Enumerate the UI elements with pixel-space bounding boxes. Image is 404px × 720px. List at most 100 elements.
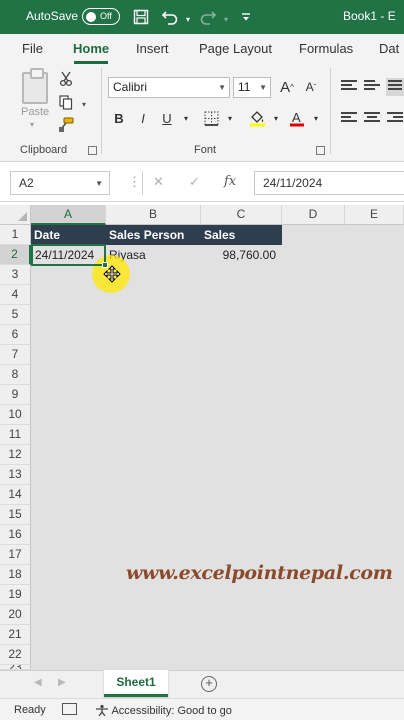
- align-left-icon[interactable]: [341, 112, 357, 126]
- column-header-b[interactable]: B: [106, 205, 201, 225]
- paste-dropdown-icon[interactable]: ▾: [30, 120, 34, 129]
- tab-home[interactable]: Home: [73, 41, 109, 56]
- copy-icon[interactable]: [57, 93, 75, 111]
- table-header-sales[interactable]: Sales: [201, 225, 282, 245]
- row-header-15[interactable]: 15: [0, 505, 31, 525]
- table-header-date[interactable]: Date: [31, 225, 106, 245]
- font-size-combobox[interactable]: 11 ▼: [233, 77, 271, 98]
- row-header-11[interactable]: 11: [0, 425, 31, 445]
- font-name-combobox[interactable]: Calibri ▼: [108, 77, 230, 98]
- undo-dropdown-icon[interactable]: ▾: [178, 9, 198, 29]
- chevron-down-icon[interactable]: ▼: [95, 179, 103, 188]
- row-header-16[interactable]: 16: [0, 525, 31, 545]
- sheet-tab-sheet1[interactable]: Sheet1: [104, 670, 168, 697]
- tab-page-layout[interactable]: Page Layout: [199, 41, 272, 56]
- format-painter-icon[interactable]: [57, 116, 75, 134]
- next-sheet-icon[interactable]: ▶: [58, 677, 66, 688]
- row-header-4[interactable]: 4: [0, 285, 31, 305]
- row-header-21[interactable]: 21: [0, 625, 31, 645]
- paste-icon[interactable]: [22, 68, 48, 104]
- add-sheet-icon[interactable]: +: [201, 676, 217, 692]
- row-header-22[interactable]: 22: [0, 645, 31, 665]
- redo-icon: [198, 7, 218, 27]
- column-header-c[interactable]: C: [201, 205, 282, 225]
- copy-dropdown-icon[interactable]: ▾: [75, 95, 93, 113]
- font-color-icon[interactable]: A: [287, 108, 307, 128]
- row-header-12[interactable]: 12: [0, 445, 31, 465]
- row-header-7[interactable]: 7: [0, 345, 31, 365]
- formula-input[interactable]: 24/11/2024: [254, 171, 404, 195]
- align-middle-icon[interactable]: [364, 80, 380, 94]
- formula-bar: A2 ▼ ⋮ ✕ ✓ fx 24/11/2024: [0, 162, 404, 202]
- row-header-20[interactable]: 20: [0, 605, 31, 625]
- record-macro-icon[interactable]: [62, 703, 77, 715]
- cut-icon[interactable]: [57, 70, 75, 88]
- row-header-5[interactable]: 5: [0, 305, 31, 325]
- cancel-icon: ✕: [153, 174, 164, 189]
- row-header-18[interactable]: 18: [0, 565, 31, 585]
- column-header-e[interactable]: E: [345, 205, 404, 225]
- increase-font-size-button[interactable]: A ^: [277, 77, 297, 97]
- save-icon[interactable]: [131, 7, 151, 27]
- customize-qat-icon[interactable]: [236, 7, 256, 27]
- chevron-down-icon[interactable]: ▼: [259, 83, 267, 92]
- bold-button[interactable]: B: [109, 108, 129, 128]
- align-center-icon[interactable]: [364, 112, 380, 126]
- italic-button[interactable]: I: [133, 108, 153, 128]
- borders-dropdown-icon[interactable]: ▾: [220, 108, 240, 128]
- select-all-button[interactable]: [0, 205, 31, 225]
- decrease-font-size-button[interactable]: Aˇ: [301, 77, 321, 97]
- tab-file[interactable]: File: [22, 41, 43, 56]
- fill-color-icon[interactable]: [247, 108, 267, 128]
- chevron-down-icon[interactable]: ▼: [218, 83, 226, 92]
- ribbon-home: Paste ▾ ▾ Clipboard Calibri ▼ 11 ▼ A ^ Aˇ…: [0, 64, 404, 162]
- row-header-3[interactable]: 3: [0, 265, 31, 285]
- paste-label[interactable]: Paste: [21, 106, 49, 118]
- row-header-10[interactable]: 10: [0, 405, 31, 425]
- row-header-19[interactable]: 19: [0, 585, 31, 605]
- align-top-icon[interactable]: [341, 80, 357, 94]
- prev-sheet-icon[interactable]: ◀: [34, 677, 42, 688]
- underline-dropdown-icon[interactable]: ▾: [176, 108, 196, 128]
- align-bottom-icon[interactable]: [386, 78, 404, 96]
- row-header-13[interactable]: 13: [0, 465, 31, 485]
- font-launcher-icon[interactable]: [316, 146, 325, 155]
- row-header-6[interactable]: 6: [0, 325, 31, 345]
- active-cell-border: [31, 244, 106, 266]
- underline-button[interactable]: U: [157, 108, 177, 128]
- row-header-8[interactable]: 8: [0, 365, 31, 385]
- tab-insert[interactable]: Insert: [136, 41, 169, 56]
- column-header-a[interactable]: A: [31, 205, 106, 225]
- enter-icon: ✓: [189, 174, 200, 189]
- font-color-dropdown-icon[interactable]: ▾: [306, 108, 326, 128]
- cell-c2[interactable]: 98,760.00: [201, 245, 279, 265]
- ribbon-tabs: File Home Insert Page Layout Formulas Da…: [0, 34, 404, 64]
- row-header-17[interactable]: 17: [0, 545, 31, 565]
- accessibility-status[interactable]: Accessibility: Good to go: [95, 704, 232, 717]
- move-cursor-icon: [103, 265, 121, 283]
- clipboard-launcher-icon[interactable]: [88, 146, 97, 155]
- row-header-1[interactable]: 1: [0, 225, 31, 245]
- borders-icon[interactable]: [201, 108, 221, 128]
- column-header-d[interactable]: D: [282, 205, 345, 225]
- undo-icon[interactable]: [160, 7, 180, 27]
- insert-function-icon[interactable]: fx: [224, 174, 236, 189]
- tab-formulas[interactable]: Formulas: [299, 41, 353, 56]
- watermark-text: www.excelpointnepal.com: [126, 562, 393, 584]
- status-bar: Ready Accessibility: Good to go: [0, 698, 404, 720]
- row-header-9[interactable]: 9: [0, 385, 31, 405]
- row-header-2[interactable]: 2: [0, 245, 31, 265]
- redo-dropdown-icon: ▾: [223, 14, 228, 24]
- autosave-label: AutoSave: [26, 9, 79, 23]
- row-header-14[interactable]: 14: [0, 485, 31, 505]
- document-title: Book1 - E: [343, 9, 396, 23]
- name-box[interactable]: A2 ▼: [10, 171, 110, 195]
- more-options-icon[interactable]: ⋮: [128, 174, 141, 190]
- autosave-toggle[interactable]: Off: [82, 8, 120, 25]
- align-right-icon[interactable]: [387, 112, 403, 126]
- tab-data[interactable]: Dat: [379, 41, 399, 56]
- fill-color-dropdown-icon[interactable]: ▾: [266, 108, 286, 128]
- worksheet-grid[interactable]: [31, 225, 404, 670]
- column-gridline: [281, 225, 282, 670]
- table-header-sales-person[interactable]: Sales Person: [106, 225, 201, 245]
